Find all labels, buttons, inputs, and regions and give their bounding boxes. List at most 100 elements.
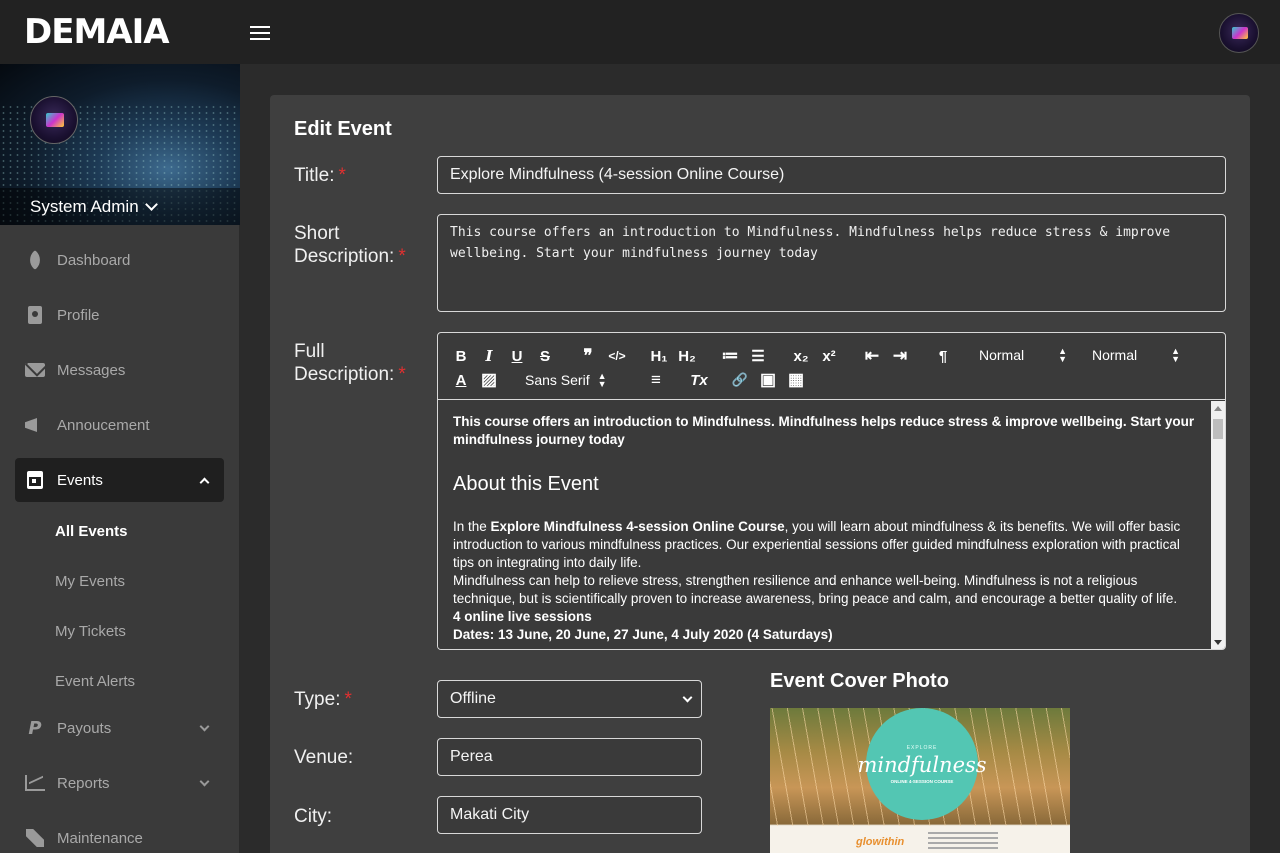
bullet-list-button[interactable]: ☰ xyxy=(749,347,767,365)
image-button[interactable]: ▣ xyxy=(759,370,777,389)
top-bar: DEMAIA xyxy=(0,0,1280,64)
short-description-label-line1: Short xyxy=(294,223,340,244)
font-select[interactable]: Sans Serif ▲ ▼ xyxy=(525,371,625,389)
chevron-down-icon xyxy=(199,721,210,732)
full-description-label-line1: Full xyxy=(294,341,325,362)
content-intro: This course offers an introduction to Mi… xyxy=(453,414,1195,447)
megaphone-icon xyxy=(25,415,45,435)
size-select-value: Normal xyxy=(979,347,1025,363)
tools-icon xyxy=(25,828,45,848)
cover-brand: glowithin xyxy=(856,836,905,848)
header1-button[interactable]: H₁ xyxy=(649,347,669,365)
scroll-thumb[interactable] xyxy=(1213,419,1223,439)
sidebar-item-messages[interactable]: Messages xyxy=(15,348,224,392)
user-menu-toggle[interactable]: System Admin xyxy=(0,188,240,225)
sidebar-item-label: Profile xyxy=(57,306,100,324)
rocket-icon xyxy=(25,250,45,270)
type-label-text: Type: xyxy=(294,689,341,710)
code-block-button[interactable]: </> xyxy=(607,347,627,365)
scroll-up-icon[interactable] xyxy=(1214,406,1222,411)
content-paragraph-1: In the Explore Mindfulness 4-session Onl… xyxy=(453,518,1196,572)
updown-icon: ▲ ▼ xyxy=(1171,346,1181,364)
sidebar-item-label: Payouts xyxy=(57,719,112,737)
blockquote-button[interactable]: ❞ xyxy=(579,346,597,365)
chevron-up-icon xyxy=(199,477,210,488)
updown-icon: ▲ ▼ xyxy=(1058,346,1068,364)
rich-text-editor: B I U S ❞ </> H₁ H₂ ≔ ☰ x₂ x² ⇤ ⇥ ¶ Norm… xyxy=(437,332,1226,650)
sidebar-subitem-my-events[interactable]: My Events xyxy=(55,573,125,590)
sidebar-subitem-my-tickets[interactable]: My Tickets xyxy=(55,623,126,640)
title-label: Title: * xyxy=(294,164,346,187)
sidebar-item-payouts[interactable]: P Payouts xyxy=(15,706,224,750)
user-panel: System Admin xyxy=(0,64,240,225)
editor-content[interactable]: This course offers an introduction to Mi… xyxy=(438,401,1211,649)
sidebar-item-reports[interactable]: Reports xyxy=(15,761,224,805)
city-input[interactable] xyxy=(437,796,702,834)
content-p1-bold: Explore Mindfulness 4-session Online Cou… xyxy=(490,519,785,534)
user-name: System Admin xyxy=(30,196,139,216)
cover-photo-title: Event Cover Photo xyxy=(770,670,949,692)
type-select[interactable]: Offline xyxy=(437,680,702,718)
required-mark: * xyxy=(338,165,346,186)
indent-button[interactable]: ⇥ xyxy=(891,346,909,365)
sidebar-item-dashboard[interactable]: Dashboard xyxy=(15,238,224,282)
subscript-button[interactable]: x₂ xyxy=(791,347,811,365)
logo[interactable]: DEMAIA xyxy=(24,12,170,52)
editor-scrollbar[interactable] xyxy=(1211,401,1225,649)
venue-input[interactable] xyxy=(437,738,702,776)
hamburger-icon[interactable] xyxy=(250,26,270,40)
strike-button[interactable]: S xyxy=(537,347,553,365)
header-select-value: Normal xyxy=(1092,347,1138,363)
sidebar-item-label: Events xyxy=(57,471,103,489)
title-input[interactable] xyxy=(437,156,1226,194)
short-description-input[interactable]: This course offers an introduction to Mi… xyxy=(437,214,1226,312)
sidebar-item-maintenance[interactable]: Maintenance xyxy=(15,816,224,853)
chevron-down-icon xyxy=(682,692,693,703)
superscript-button[interactable]: x² xyxy=(819,347,839,365)
paypal-icon: P xyxy=(28,717,42,739)
editor-toolbar: B I U S ❞ </> H₁ H₂ ≔ ☰ x₂ x² ⇤ ⇥ ¶ Norm… xyxy=(438,333,1225,400)
sidebar-item-profile[interactable]: Profile xyxy=(15,293,224,337)
outdent-button[interactable]: ⇤ xyxy=(863,346,881,365)
short-description-label: Short Description: * xyxy=(294,222,406,268)
size-select[interactable]: Normal ▲ ▼ xyxy=(979,346,1069,364)
font-select-value: Sans Serif xyxy=(525,372,590,388)
content-paragraph-2: Mindfulness can help to relieve stress, … xyxy=(453,573,1178,606)
content-p1-prefix: In the xyxy=(453,519,491,534)
header2-button[interactable]: H₂ xyxy=(677,347,697,365)
envelope-icon xyxy=(25,360,45,380)
type-label: Type: * xyxy=(294,688,352,711)
sidebar-item-announcement[interactable]: Annoucement xyxy=(15,403,224,447)
chart-icon xyxy=(25,773,45,793)
title-label-text: Title: xyxy=(294,165,335,186)
header-select[interactable]: Normal ▲ ▼ xyxy=(1092,346,1182,364)
avatar[interactable] xyxy=(1219,13,1259,53)
bold-button[interactable]: B xyxy=(453,347,469,365)
link-button[interactable]: 🔗 xyxy=(731,371,749,389)
text-color-button[interactable]: A xyxy=(453,371,469,389)
required-mark: * xyxy=(398,364,406,385)
cover-big-word: mindfulness xyxy=(857,752,987,777)
background-color-button[interactable]: ▨ xyxy=(481,370,497,389)
clean-format-button[interactable]: Tx xyxy=(689,371,709,389)
sidebar-item-label: Reports xyxy=(57,774,110,792)
scroll-down-icon[interactable] xyxy=(1214,640,1222,645)
video-button[interactable]: ▦ xyxy=(787,370,805,389)
italic-button[interactable]: I xyxy=(481,347,497,365)
sidebar-item-events[interactable]: Events xyxy=(15,458,224,502)
underline-button[interactable]: U xyxy=(509,347,525,365)
cover-photo[interactable]: EXPLORE mindfulness ONLINE 4-SESSION COU… xyxy=(770,708,1070,853)
sidebar-item-label: Annoucement xyxy=(57,416,150,434)
chevron-down-icon xyxy=(199,776,210,787)
sidebar-subitem-all-events[interactable]: All Events xyxy=(55,523,128,540)
align-button[interactable]: ≡ xyxy=(647,370,665,389)
content-paragraph-3: 4 online live sessions xyxy=(453,609,592,624)
required-mark: * xyxy=(344,689,352,710)
content-paragraph-4: Dates: 13 June, 20 June, 27 June, 4 July… xyxy=(453,627,833,642)
sidebar-subitem-event-alerts[interactable]: Event Alerts xyxy=(55,673,135,690)
text-direction-button[interactable]: ¶ xyxy=(933,347,953,365)
cover-fine-print xyxy=(928,832,998,834)
sidebar-avatar xyxy=(30,96,78,144)
sidebar-item-label: Messages xyxy=(57,361,126,379)
ordered-list-button[interactable]: ≔ xyxy=(721,346,739,365)
